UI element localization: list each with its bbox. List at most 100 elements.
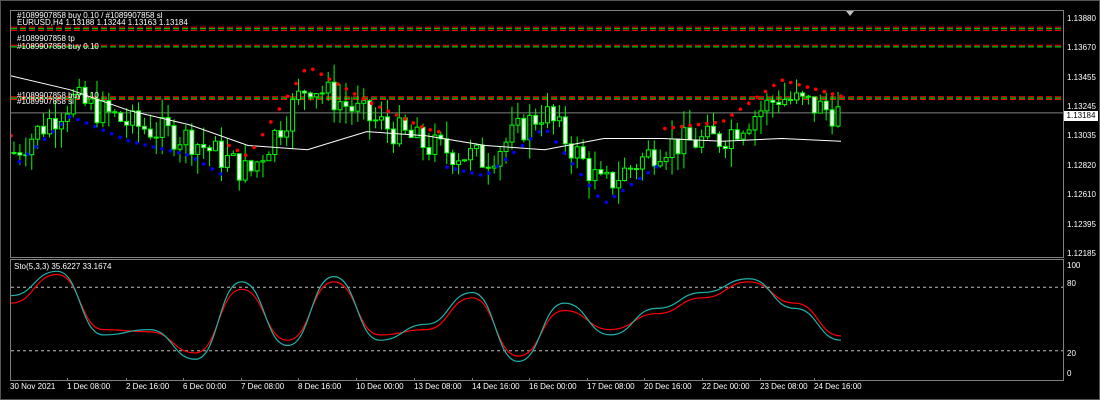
time-axis[interactable]: 30 Nov 2021 1 Dec 08:00 2 Dec 16:00 6 Dec 0… (10, 378, 1070, 397)
stochastic-chart (11, 270, 1063, 363)
candle-body (426, 146, 432, 155)
candle-body (539, 122, 545, 125)
sar-dot (17, 159, 22, 164)
candle-body (610, 171, 616, 189)
sar-dot (436, 129, 441, 134)
candle-body (260, 160, 266, 163)
sar-dot (679, 124, 684, 129)
sar-dot (772, 83, 776, 88)
candle-body (325, 81, 331, 94)
candle-body (586, 158, 592, 182)
candle-body (740, 132, 746, 140)
sar-dot (629, 182, 634, 187)
sar-dot (151, 145, 156, 149)
sar-dot (218, 172, 223, 176)
candle-body (497, 151, 503, 167)
candle-body (183, 129, 189, 146)
sar-dot (135, 141, 139, 145)
sar-dot (696, 122, 701, 127)
candle-body (278, 129, 284, 138)
candle-body (224, 154, 230, 168)
candle-body (349, 105, 355, 112)
candle-body (408, 129, 414, 139)
candle-body (776, 101, 782, 106)
sar-dot (34, 144, 38, 149)
candle-body (805, 95, 811, 98)
candle-body (35, 125, 41, 140)
sar-dot (671, 125, 676, 130)
sar-dot (570, 161, 575, 166)
candle-body (711, 125, 717, 135)
sar-dot (269, 120, 273, 124)
candle-body (301, 90, 307, 94)
time-tick (298, 378, 299, 381)
sar-dot (663, 126, 667, 131)
sar-dot (747, 101, 751, 106)
sar-dot (210, 167, 214, 171)
sar-dot (554, 140, 558, 144)
stochastic-pane[interactable] (10, 259, 1064, 381)
candle-body (633, 168, 639, 171)
candle-body (580, 146, 586, 160)
sar-dot (604, 200, 609, 205)
sar-dot (185, 153, 189, 157)
candle-body (734, 129, 740, 140)
sar-dot (755, 95, 759, 100)
candle-body (171, 125, 177, 150)
time-tick (67, 378, 68, 381)
stoch-main-line (11, 270, 842, 363)
time-tick (10, 378, 11, 381)
time-label: 7 Dec 08:00 (241, 382, 285, 391)
candle-body (307, 92, 313, 98)
sar-dot (176, 151, 181, 155)
candle-body (373, 119, 379, 122)
candle-body (758, 110, 764, 118)
osc-tick: 80 (1067, 279, 1076, 288)
candle-body (296, 90, 302, 101)
sar-dot (763, 89, 768, 94)
candle-body (799, 92, 805, 97)
candle-body (533, 114, 539, 125)
candle-body (41, 125, 47, 135)
candle-body (485, 166, 491, 169)
candle-body (236, 153, 242, 181)
sar-dot (319, 72, 324, 76)
candle-body (746, 129, 752, 134)
sar-dot (67, 115, 72, 119)
osc-tick: 0 (1067, 369, 1072, 378)
sar-dot (805, 85, 810, 89)
candle-body (343, 101, 349, 107)
time-tick (587, 378, 588, 381)
candle-body (473, 144, 479, 150)
order-label-sl-lower: #1089907858 sl (17, 97, 74, 106)
sar-dot (411, 121, 416, 125)
sar-dot (252, 145, 256, 150)
candle-body (675, 138, 681, 155)
time-tick (814, 378, 815, 381)
price-scale[interactable]: 1.13880 1.13670 1.13455 1.13245 1.13184 … (1063, 10, 1099, 258)
sar-dot (294, 81, 298, 86)
candle-body (699, 136, 705, 148)
candle-body (693, 139, 699, 148)
order-label-buy: #1089907858 buy 0.10 (17, 42, 99, 51)
symbol-ohlc-label: EURUSD,H4 1.13188 1.13244 1.13163 1.1318… (17, 18, 188, 27)
time-label: 30 Nov 2021 (10, 382, 56, 391)
candlestick-chart (11, 26, 1063, 205)
sar-dot (788, 80, 793, 85)
candle-body (313, 93, 319, 98)
candle-body (788, 98, 794, 101)
candle-body (272, 129, 278, 156)
time-tick (472, 378, 473, 381)
shift-marker-icon[interactable] (846, 11, 854, 16)
sar-dot (646, 170, 650, 175)
candle-body (604, 171, 610, 175)
candle-body (47, 118, 53, 135)
sar-dot (227, 143, 231, 148)
candle-body (17, 152, 23, 156)
candle-body (290, 99, 296, 132)
candle-body (230, 153, 236, 156)
candle-body (817, 100, 823, 114)
price-chart-pane[interactable]: #1089907858 buy 0.10 / #1089907858 sl EU… (10, 10, 1064, 258)
candle-body (645, 149, 651, 158)
sar-dot (378, 105, 382, 109)
